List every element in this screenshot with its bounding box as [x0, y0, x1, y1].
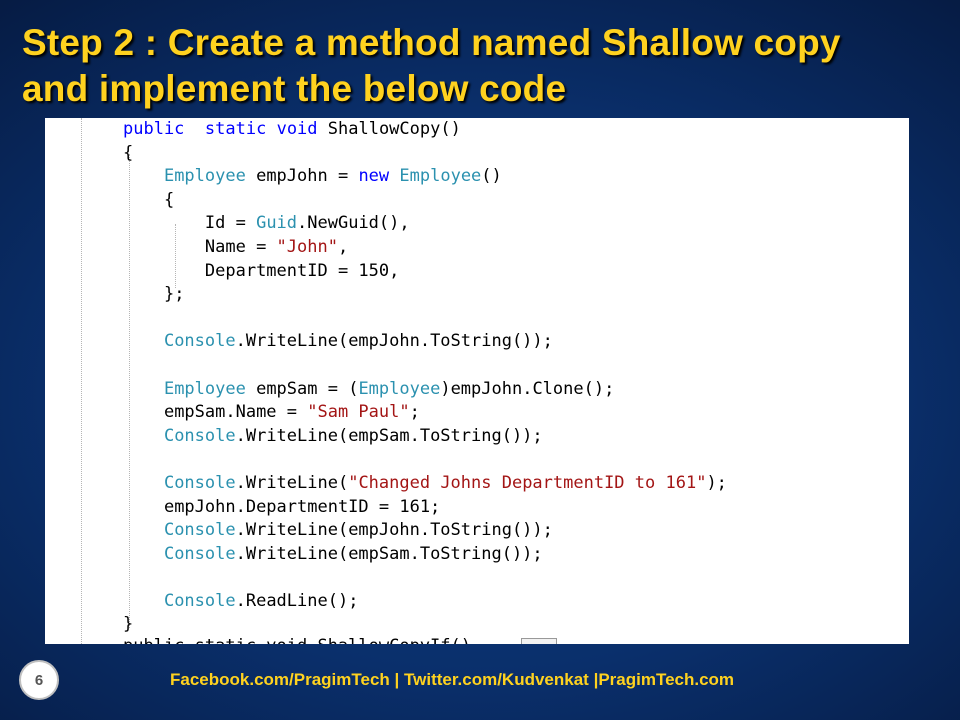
code-token: "John" [276, 236, 338, 257]
code-screenshot-panel: public static void ShallowCopy(){ Employ… [45, 118, 909, 644]
code-line: Employee empSam = (Employee)empJohn.Clon… [123, 378, 727, 402]
code-token: Console [163, 590, 236, 611]
code-token: , [337, 236, 349, 257]
page-number: 6 [19, 660, 59, 700]
code-token: Employee [163, 378, 246, 399]
code-token: Name = [204, 236, 277, 257]
code-token: .WriteLine(empSam.ToString()); [235, 543, 543, 564]
code-token: Console [163, 425, 236, 446]
code-token: ); [706, 472, 727, 493]
code-token: empSam = ( [245, 378, 359, 399]
code-token: DepartmentID = 150, [204, 260, 400, 281]
footer-links: Facebook.com/PragimTech | Twitter.com/Ku… [170, 670, 735, 689]
code-line: empJohn.DepartmentID = 161; [123, 496, 727, 520]
slide-title-line-2: and implement the below code [22, 68, 567, 109]
code-line: Console.WriteLine(empJohn.ToString()); [123, 519, 727, 543]
code-token: static [204, 119, 267, 139]
code-token: empSam.Name = [163, 402, 308, 423]
code-token: { [163, 189, 175, 210]
code-token: Employee [399, 166, 482, 187]
code-token: Console [163, 520, 236, 541]
code-token: }; [163, 284, 185, 305]
code-line: Name = "John", [123, 236, 727, 260]
code-token: () [481, 166, 502, 187]
code-token: void [276, 119, 318, 139]
code-token: .ReadLine(); [235, 590, 359, 611]
code-line: Console.WriteLine(empSam.ToString()); [123, 543, 727, 567]
code-token: Employee [358, 378, 441, 399]
code-line: DepartmentID = 150, [123, 260, 727, 284]
code-line: { [123, 142, 727, 166]
code-line: public static void ShallowCopy() [123, 118, 727, 142]
code-token: .WriteLine( [235, 472, 349, 493]
code-token: ShallowCopy() [317, 119, 461, 139]
code-token: } [123, 614, 134, 635]
code-line: empSam.Name = "Sam Paul"; [123, 401, 727, 425]
slide-title: Step 2 : Create a method named Shallow c… [22, 20, 942, 112]
indent-guide [81, 118, 82, 644]
code-line: Employee empJohn = new Employee() [123, 165, 727, 189]
code-token: Guid [256, 213, 298, 234]
code-line: Console.WriteLine("Changed Johns Departm… [123, 472, 727, 496]
code-token: { [123, 142, 134, 163]
code-line: } [123, 613, 727, 637]
code-token: .NewGuid(), [297, 213, 410, 234]
code-token: "Changed Johns DepartmentID to 161" [348, 472, 707, 493]
code-token: .WriteLine(empSam.ToString()); [235, 425, 543, 446]
code-line: Console.WriteLine(empSam.ToString()); [123, 425, 727, 449]
code-token: Console [163, 331, 236, 352]
code-token: empJohn = [245, 166, 359, 187]
code-line: Id = Guid.NewGuid(), [123, 212, 727, 236]
slide-title-line-1: Step 2 : Create a method named Shallow c… [22, 22, 841, 63]
code-line: }; [123, 283, 727, 307]
code-token: .WriteLine(empJohn.ToString()); [235, 520, 553, 541]
code-token: "Sam Paul" [307, 402, 410, 423]
code-token: Id = [204, 213, 257, 234]
code-token: )empJohn.Clone(); [440, 378, 615, 399]
code-token: new [358, 166, 390, 187]
code-token: .WriteLine(empJohn.ToString()); [235, 331, 553, 352]
collapsed-region-box [521, 638, 557, 644]
code-token: Console [163, 543, 236, 564]
code-token: ; [409, 402, 420, 423]
code-token: Console [163, 472, 236, 493]
code-token: public [123, 119, 185, 139]
code-block: public static void ShallowCopy(){ Employ… [123, 118, 727, 637]
code-token: empJohn.DepartmentID = 161; [163, 496, 441, 517]
code-line: Console.ReadLine(); [123, 590, 727, 614]
code-line: Console.WriteLine(empJohn.ToString()); [123, 330, 727, 354]
code-token: Employee [163, 166, 246, 187]
code-line: { [123, 189, 727, 213]
